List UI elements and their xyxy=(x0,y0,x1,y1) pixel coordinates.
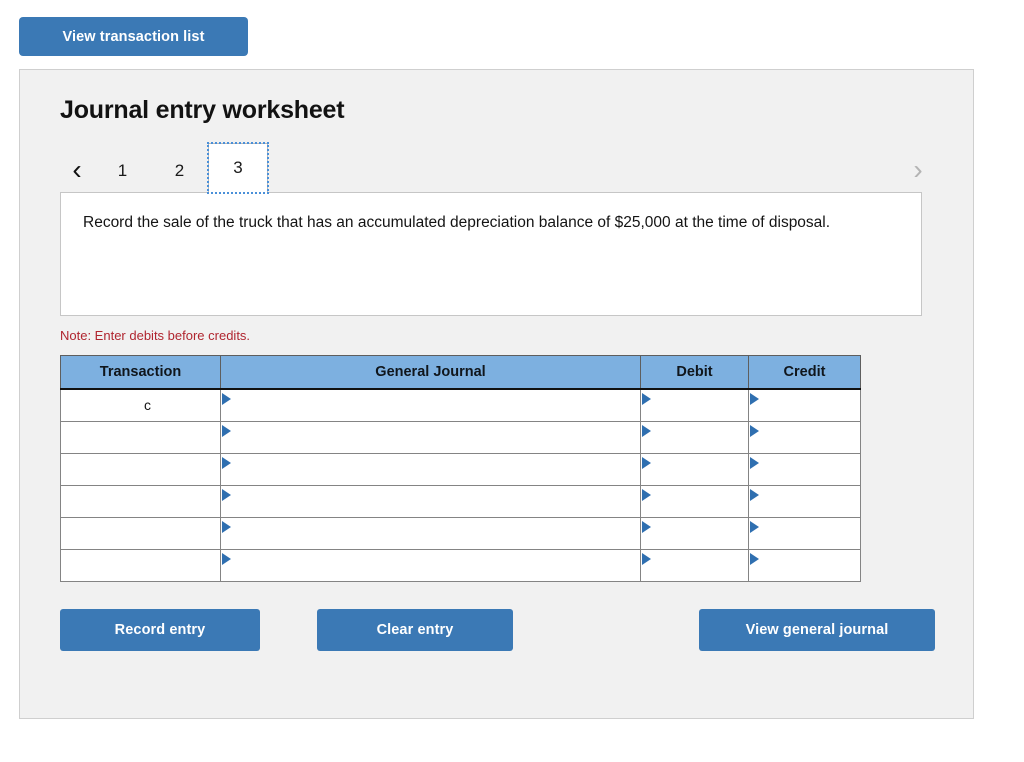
table-header-row: Transaction General Journal Debit Credit xyxy=(60,355,861,390)
cell-transaction[interactable] xyxy=(60,421,221,454)
cell-transaction[interactable] xyxy=(60,453,221,486)
pager-page-1[interactable]: 1 xyxy=(94,149,151,193)
record-entry-button[interactable]: Record entry xyxy=(60,609,260,651)
prompt-text: Record the sale of the truck that has an… xyxy=(83,214,831,231)
dropdown-triangle-icon[interactable] xyxy=(222,553,231,565)
cell-general-journal[interactable] xyxy=(220,549,641,582)
dropdown-triangle-icon[interactable] xyxy=(750,425,759,437)
pager-page-2-label: 2 xyxy=(174,161,185,180)
dropdown-triangle-icon[interactable] xyxy=(750,489,759,501)
page-title: Journal entry worksheet xyxy=(60,96,345,124)
dropdown-triangle-icon[interactable] xyxy=(642,521,651,533)
clear-entry-button[interactable]: Clear entry xyxy=(317,609,513,651)
cell-credit[interactable] xyxy=(748,421,861,454)
cell-credit[interactable] xyxy=(748,485,861,518)
cell-transaction[interactable] xyxy=(60,549,221,582)
table-row xyxy=(60,421,861,454)
dropdown-triangle-icon[interactable] xyxy=(222,457,231,469)
cell-credit[interactable] xyxy=(748,549,861,582)
cell-debit[interactable] xyxy=(640,485,749,518)
table-body: c xyxy=(60,388,861,582)
dropdown-triangle-icon[interactable] xyxy=(222,489,231,501)
table-row xyxy=(60,517,861,550)
dropdown-triangle-icon[interactable] xyxy=(642,393,651,405)
cell-credit[interactable] xyxy=(748,388,861,422)
cell-transaction-value: c xyxy=(144,397,151,413)
dropdown-triangle-icon[interactable] xyxy=(222,521,231,533)
cell-general-journal[interactable] xyxy=(220,453,641,486)
dropdown-triangle-icon[interactable] xyxy=(642,489,651,501)
column-header-debit: Debit xyxy=(640,355,749,390)
view-general-journal-button[interactable]: View general journal xyxy=(699,609,935,651)
column-header-general-journal: General Journal xyxy=(220,355,641,390)
cell-general-journal[interactable] xyxy=(220,485,641,518)
worksheet-pager: ‹ 1 2 3 › xyxy=(60,142,935,194)
cell-general-journal[interactable] xyxy=(220,517,641,550)
pager-page-3[interactable]: 3 xyxy=(207,142,269,194)
dropdown-triangle-icon[interactable] xyxy=(750,553,759,565)
action-buttons: Record entry Clear entry View general jo… xyxy=(60,609,935,651)
journal-entry-table: Transaction General Journal Debit Credit… xyxy=(60,355,861,582)
cell-credit[interactable] xyxy=(748,517,861,550)
prompt-box: Record the sale of the truck that has an… xyxy=(60,192,922,316)
table-row xyxy=(60,549,861,582)
dropdown-triangle-icon[interactable] xyxy=(642,553,651,565)
journal-entry-panel: Journal entry worksheet ‹ 1 2 3 › Record… xyxy=(19,69,974,719)
cell-debit[interactable] xyxy=(640,421,749,454)
table-header: Transaction General Journal Debit Credit xyxy=(60,355,861,390)
cell-debit[interactable] xyxy=(640,549,749,582)
cell-transaction[interactable] xyxy=(60,485,221,518)
table-row xyxy=(60,453,861,486)
dropdown-triangle-icon[interactable] xyxy=(222,393,231,405)
chevron-left-icon[interactable]: ‹ xyxy=(60,156,94,193)
cell-transaction[interactable]: c xyxy=(60,388,221,422)
note-text: Note: Enter debits before credits. xyxy=(60,328,251,343)
panel-content: Journal entry worksheet ‹ 1 2 3 › Record… xyxy=(20,70,973,651)
cell-debit[interactable] xyxy=(640,517,749,550)
chevron-right-icon[interactable]: › xyxy=(901,156,935,193)
table-row xyxy=(60,485,861,518)
dropdown-triangle-icon[interactable] xyxy=(750,393,759,405)
column-header-credit: Credit xyxy=(748,355,861,390)
dropdown-triangle-icon[interactable] xyxy=(750,457,759,469)
view-transaction-list-button[interactable]: View transaction list xyxy=(19,17,248,56)
column-header-transaction: Transaction xyxy=(60,355,221,390)
pager-page-2[interactable]: 2 xyxy=(151,149,208,193)
dropdown-triangle-icon[interactable] xyxy=(750,521,759,533)
pager-page-3-label: 3 xyxy=(233,158,243,177)
cell-credit[interactable] xyxy=(748,453,861,486)
pager-page-1-label: 1 xyxy=(117,161,128,180)
cell-general-journal[interactable] xyxy=(220,388,641,422)
cell-debit[interactable] xyxy=(640,388,749,422)
dropdown-triangle-icon[interactable] xyxy=(642,457,651,469)
table-row: c xyxy=(60,388,861,422)
dropdown-triangle-icon[interactable] xyxy=(642,425,651,437)
dropdown-triangle-icon[interactable] xyxy=(222,425,231,437)
top-toolbar: View transaction list xyxy=(0,0,1024,56)
cell-debit[interactable] xyxy=(640,453,749,486)
cell-transaction[interactable] xyxy=(60,517,221,550)
cell-general-journal[interactable] xyxy=(220,421,641,454)
